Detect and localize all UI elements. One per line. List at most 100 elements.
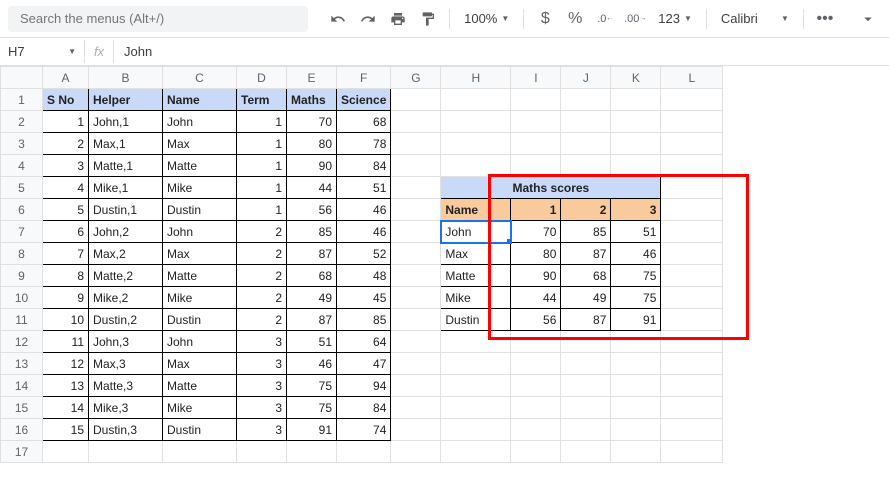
col-header-H[interactable]: H: [441, 67, 511, 89]
cell-J4[interactable]: [561, 155, 611, 177]
col-header-B[interactable]: B: [89, 67, 163, 89]
cell-L16[interactable]: [661, 419, 723, 441]
undo-icon[interactable]: [325, 6, 351, 32]
cell-D9[interactable]: 2: [237, 265, 287, 287]
cell-I13[interactable]: [511, 353, 561, 375]
cell-H12[interactable]: [441, 331, 511, 353]
cell-F11[interactable]: 85: [337, 309, 391, 331]
cell-D12[interactable]: 3: [237, 331, 287, 353]
cell-G2[interactable]: [391, 111, 441, 133]
cell-F1[interactable]: Science: [337, 89, 391, 111]
cell-I8[interactable]: 80: [511, 243, 561, 265]
col-header-C[interactable]: C: [163, 67, 237, 89]
select-all-corner[interactable]: [1, 67, 43, 89]
cell-E15[interactable]: 75: [287, 397, 337, 419]
cell-C9[interactable]: Matte: [163, 265, 237, 287]
cell-L9[interactable]: [661, 265, 723, 287]
cell-L11[interactable]: [661, 309, 723, 331]
cell-L7[interactable]: [661, 221, 723, 243]
cell-I2[interactable]: [511, 111, 561, 133]
col-header-L[interactable]: L: [661, 67, 723, 89]
cell-G4[interactable]: [391, 155, 441, 177]
cell-E13[interactable]: 46: [287, 353, 337, 375]
redo-icon[interactable]: [355, 6, 381, 32]
cell-K17[interactable]: [611, 441, 661, 463]
cell-A16[interactable]: 15: [43, 419, 89, 441]
cell-E3[interactable]: 80: [287, 133, 337, 155]
cell-G17[interactable]: [391, 441, 441, 463]
cell-B10[interactable]: Mike,2: [89, 287, 163, 309]
cell-K1[interactable]: [611, 89, 661, 111]
collapse-icon[interactable]: [855, 6, 881, 32]
cell-I16[interactable]: [511, 419, 561, 441]
cell-D10[interactable]: 2: [237, 287, 287, 309]
row-header-17[interactable]: 17: [1, 441, 43, 463]
cell-C3[interactable]: Max: [163, 133, 237, 155]
cell-I11[interactable]: 56: [511, 309, 561, 331]
row-header-4[interactable]: 4: [1, 155, 43, 177]
cell-G3[interactable]: [391, 133, 441, 155]
cell-A12[interactable]: 11: [43, 331, 89, 353]
cell-E16[interactable]: 91: [287, 419, 337, 441]
cell-J12[interactable]: [561, 331, 611, 353]
cell-H5[interactable]: Maths scores: [441, 177, 661, 199]
cell-E11[interactable]: 87: [287, 309, 337, 331]
cell-A4[interactable]: 3: [43, 155, 89, 177]
cell-L1[interactable]: [661, 89, 723, 111]
cell-L17[interactable]: [661, 441, 723, 463]
cell-L13[interactable]: [661, 353, 723, 375]
cell-C2[interactable]: John: [163, 111, 237, 133]
cell-J10[interactable]: 49: [561, 287, 611, 309]
cell-F16[interactable]: 74: [337, 419, 391, 441]
cell-H2[interactable]: [441, 111, 511, 133]
col-header-A[interactable]: A: [43, 67, 89, 89]
cell-F6[interactable]: 46: [337, 199, 391, 221]
cell-C12[interactable]: John: [163, 331, 237, 353]
cell-J13[interactable]: [561, 353, 611, 375]
cell-H3[interactable]: [441, 133, 511, 155]
cell-J17[interactable]: [561, 441, 611, 463]
cell-C17[interactable]: [163, 441, 237, 463]
cell-G13[interactable]: [391, 353, 441, 375]
cell-A7[interactable]: 6: [43, 221, 89, 243]
row-header-9[interactable]: 9: [1, 265, 43, 287]
row-header-1[interactable]: 1: [1, 89, 43, 111]
row-header-11[interactable]: 11: [1, 309, 43, 331]
cell-I14[interactable]: [511, 375, 561, 397]
row-header-7[interactable]: 7: [1, 221, 43, 243]
cell-E17[interactable]: [287, 441, 337, 463]
row-header-10[interactable]: 10: [1, 287, 43, 309]
cell-J15[interactable]: [561, 397, 611, 419]
cell-D11[interactable]: 2: [237, 309, 287, 331]
row-header-12[interactable]: 12: [1, 331, 43, 353]
cell-K7[interactable]: 51: [611, 221, 661, 243]
cell-H6[interactable]: Name: [441, 199, 511, 221]
cell-G10[interactable]: [391, 287, 441, 309]
cell-B9[interactable]: Matte,2: [89, 265, 163, 287]
cell-F4[interactable]: 84: [337, 155, 391, 177]
cell-D4[interactable]: 1: [237, 155, 287, 177]
cell-J2[interactable]: [561, 111, 611, 133]
cell-D17[interactable]: [237, 441, 287, 463]
cell-I1[interactable]: [511, 89, 561, 111]
cell-C15[interactable]: Mike: [163, 397, 237, 419]
cell-H1[interactable]: [441, 89, 511, 111]
cell-E8[interactable]: 87: [287, 243, 337, 265]
cell-G1[interactable]: [391, 89, 441, 111]
cell-D7[interactable]: 2: [237, 221, 287, 243]
cell-A11[interactable]: 10: [43, 309, 89, 331]
cell-J7[interactable]: 85: [561, 221, 611, 243]
cell-G16[interactable]: [391, 419, 441, 441]
cell-I12[interactable]: [511, 331, 561, 353]
cell-J14[interactable]: [561, 375, 611, 397]
cell-G6[interactable]: [391, 199, 441, 221]
cell-C8[interactable]: Max: [163, 243, 237, 265]
cell-H11[interactable]: Dustin: [441, 309, 511, 331]
row-header-8[interactable]: 8: [1, 243, 43, 265]
cell-L14[interactable]: [661, 375, 723, 397]
cell-I7[interactable]: 70: [511, 221, 561, 243]
cell-F10[interactable]: 45: [337, 287, 391, 309]
cell-A9[interactable]: 8: [43, 265, 89, 287]
row-header-13[interactable]: 13: [1, 353, 43, 375]
cell-J16[interactable]: [561, 419, 611, 441]
